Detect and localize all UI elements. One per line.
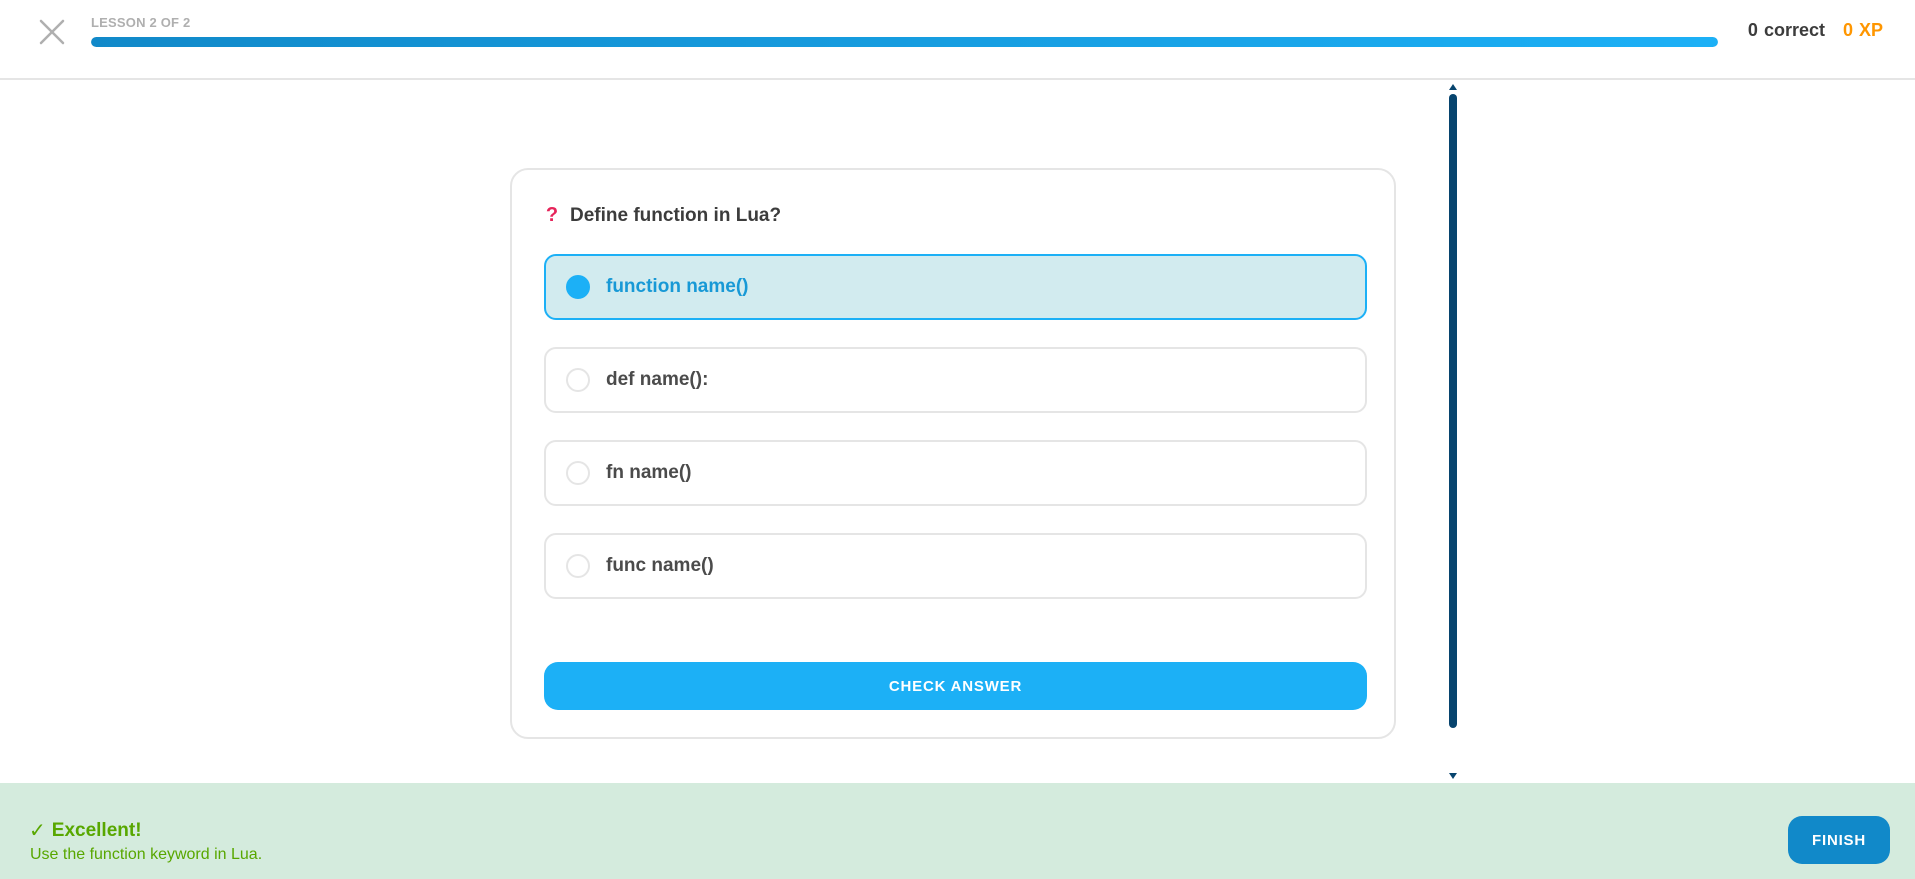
answer-option[interactable]: func name()	[544, 533, 1367, 599]
lesson-progress-fill	[91, 37, 1718, 47]
feedback-banner: ✓ Excellent! Use the function keyword in…	[0, 783, 1915, 879]
correct-count: 0	[1747, 20, 1758, 40]
check-answer-button[interactable]: CHECK ANSWER	[544, 662, 1367, 710]
scroll-up-arrow[interactable]	[1446, 82, 1460, 92]
question-mark-icon: ?	[545, 204, 559, 226]
lesson-progress-bar	[91, 37, 1718, 47]
scrollbar-thumb[interactable]	[1449, 94, 1457, 728]
lesson-label: LESSON 2 OF 2	[91, 15, 191, 30]
correct-label: correct	[1763, 20, 1825, 40]
xp-label: XP	[1858, 20, 1883, 40]
answer-option-label: func name()	[606, 555, 714, 576]
answer-option[interactable]: function name()	[544, 254, 1367, 320]
question-heading: ? Define function in Lua?	[544, 204, 781, 227]
answer-option[interactable]: fn name()	[544, 440, 1367, 506]
lesson-stats: 0 correct 0 XP	[1748, 20, 1883, 41]
quiz-card: ? Define function in Lua? function name(…	[510, 168, 1396, 739]
answer-option-label: fn name()	[606, 462, 692, 483]
lesson-header: LESSON 2 OF 2 0 correct 0 XP	[0, 0, 1915, 80]
feedback-title-text: Excellent!	[51, 819, 142, 841]
triangle-up-icon	[1449, 84, 1457, 90]
finish-button[interactable]: FINISH	[1788, 816, 1890, 864]
check-icon: ✓	[29, 820, 46, 842]
xp-count: 0	[1842, 20, 1853, 40]
radio-icon	[566, 275, 590, 299]
answer-option-label: function name()	[606, 276, 749, 297]
correct-counter: 0 correct	[1748, 20, 1825, 41]
answer-option-label: def name():	[606, 369, 709, 390]
close-button[interactable]	[34, 14, 70, 50]
question-text: Define function in Lua?	[570, 204, 782, 226]
scroll-down-arrow[interactable]	[1446, 771, 1460, 781]
radio-icon	[566, 554, 590, 578]
triangle-down-icon	[1449, 773, 1457, 779]
radio-icon	[566, 368, 590, 392]
answer-option[interactable]: def name():	[544, 347, 1367, 413]
feedback-message: Use the function keyword in Lua.	[30, 846, 263, 863]
feedback-title: ✓ Excellent!	[29, 818, 142, 843]
radio-icon	[566, 461, 590, 485]
xp-counter: 0 XP	[1843, 20, 1883, 41]
close-icon	[39, 19, 65, 45]
